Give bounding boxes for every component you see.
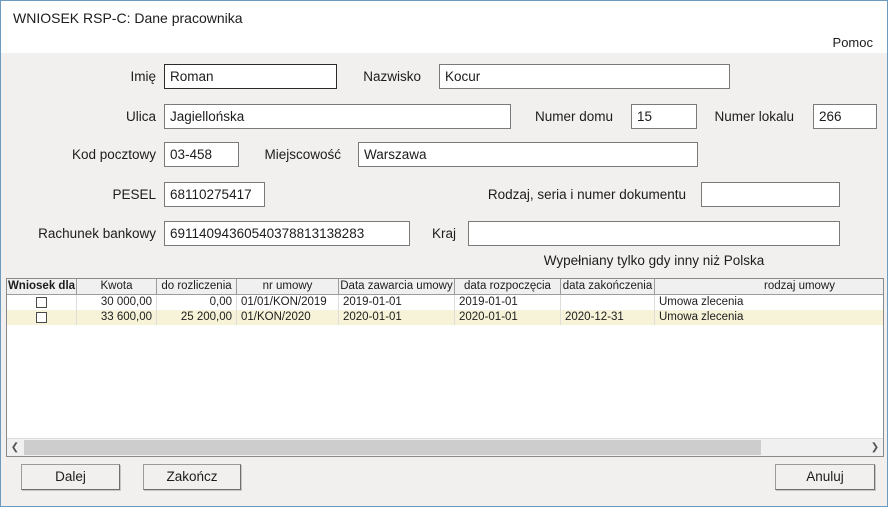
anuluj-button[interactable]: Anuluj: [775, 464, 875, 490]
cell-rodzaj-umowy: Umowa zlecenia: [655, 295, 883, 310]
scrollbar-thumb[interactable]: [24, 440, 761, 455]
imie-input[interactable]: [164, 64, 337, 89]
scrollbar-track[interactable]: [23, 439, 867, 456]
scroll-left-icon[interactable]: ❮: [7, 439, 23, 456]
wniosek-checkbox[interactable]: [36, 297, 47, 308]
pesel-input[interactable]: [164, 182, 265, 207]
wniosek-checkbox-cell: [7, 295, 77, 310]
cell-data-zawarcia: 2019-01-01: [339, 295, 455, 310]
kod-pocztowy-input[interactable]: [164, 142, 239, 167]
cell-data-rozpoczecia: 2019-01-01: [455, 295, 561, 310]
numer-domu-label: Numer domu: [513, 109, 613, 124]
kraj-label: Kraj: [376, 226, 456, 241]
col-header-nr-umowy[interactable]: nr umowy: [237, 279, 339, 294]
kod-pocztowy-label: Kod pocztowy: [46, 147, 156, 162]
cell-nr-umowy: 01/KON/2020: [237, 310, 339, 325]
numer-lokalu-label: Numer lokalu: [694, 109, 794, 124]
nazwisko-label: Nazwisko: [321, 69, 421, 84]
cell-data-zakonczenia: [561, 295, 655, 310]
title-bar: WNIOSEK RSP-C: Dane pracownika: [1, 1, 887, 53]
ulica-label: Ulica: [56, 109, 156, 124]
dalej-button[interactable]: Dalej: [21, 464, 120, 490]
cell-kwota: 30 000,00: [77, 295, 157, 310]
col-header-data-zakonczenia[interactable]: data zakończenia: [561, 279, 655, 294]
rachunek-input[interactable]: [164, 221, 410, 246]
rsp-c-dialog: WNIOSEK RSP-C: Dane pracownika Pomoc Imi…: [0, 0, 888, 507]
miejscowosc-input[interactable]: [358, 142, 698, 167]
col-header-data-zawarcia[interactable]: Data zawarcia umowy: [339, 279, 455, 294]
table-header-row: Wniosek dla Kwota do rozliczenia nr umow…: [7, 279, 883, 295]
col-header-do-rozliczenia[interactable]: do rozliczenia: [157, 279, 237, 294]
cell-do-rozliczenia: 25 200,00: [157, 310, 237, 325]
table-row[interactable]: 30 000,00 0,00 01/01/KON/2019 2019-01-01…: [7, 295, 883, 310]
cell-data-rozpoczecia: 2020-01-01: [455, 310, 561, 325]
help-link[interactable]: Pomoc: [833, 35, 873, 50]
nazwisko-input[interactable]: [439, 64, 730, 89]
cell-data-zakonczenia: 2020-12-31: [561, 310, 655, 325]
cell-rodzaj-umowy: Umowa zlecenia: [655, 310, 883, 325]
cell-do-rozliczenia: 0,00: [157, 295, 237, 310]
zakoncz-button[interactable]: Zakończ: [143, 464, 241, 490]
ulica-input[interactable]: [164, 104, 511, 129]
table-row[interactable]: 33 600,00 25 200,00 01/KON/2020 2020-01-…: [7, 310, 883, 325]
cell-data-zawarcia: 2020-01-01: [339, 310, 455, 325]
kraj-input[interactable]: [468, 221, 840, 246]
dokument-input[interactable]: [701, 182, 840, 207]
dokument-label: Rodzaj, seria i numer dokumentu: [456, 187, 686, 202]
numer-domu-input[interactable]: [631, 104, 697, 129]
col-header-wniosek-dla[interactable]: Wniosek dla: [7, 279, 77, 294]
horizontal-scrollbar[interactable]: ❮ ❯: [7, 438, 883, 456]
numer-lokalu-input[interactable]: [813, 104, 877, 129]
window-title: WNIOSEK RSP-C: Dane pracownika: [13, 10, 243, 26]
col-header-kwota[interactable]: Kwota: [77, 279, 157, 294]
wniosek-checkbox[interactable]: [36, 312, 47, 323]
contracts-table: Wniosek dla Kwota do rozliczenia nr umow…: [6, 278, 884, 457]
scroll-right-icon[interactable]: ❯: [867, 439, 883, 456]
miejscowosc-label: Miejscowość: [241, 147, 341, 162]
cell-nr-umowy: 01/01/KON/2019: [237, 295, 339, 310]
col-header-data-rozpoczecia[interactable]: data rozpoczęcia: [455, 279, 561, 294]
rachunek-label: Rachunek bankowy: [18, 226, 156, 241]
pesel-label: PESEL: [56, 187, 156, 202]
col-header-rodzaj-umowy[interactable]: rodzaj umowy: [655, 279, 883, 294]
cell-kwota: 33 600,00: [77, 310, 157, 325]
wniosek-checkbox-cell: [7, 310, 77, 325]
kraj-note: Wypełniany tylko gdy inny niż Polska: [468, 253, 840, 268]
imie-label: Imię: [56, 69, 156, 84]
